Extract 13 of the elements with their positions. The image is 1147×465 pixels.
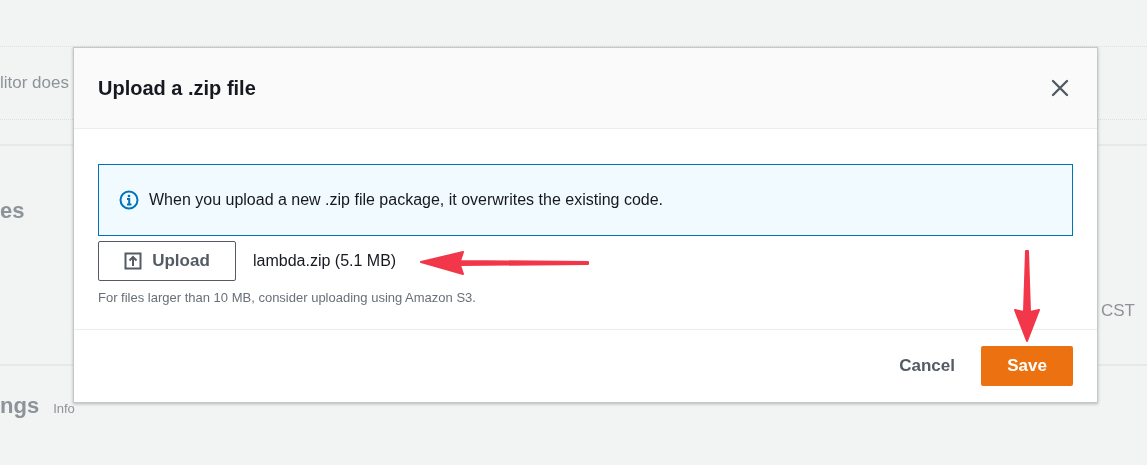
info-icon <box>119 190 139 210</box>
cancel-button[interactable]: Cancel <box>899 348 955 384</box>
section-heading: es <box>0 198 25 224</box>
upload-button[interactable]: Upload <box>98 241 236 281</box>
close-icon <box>1051 79 1069 97</box>
dialog-title: Upload a .zip file <box>98 76 256 100</box>
alert-text: When you upload a new .zip file package, it overwrites the existing code. <box>149 191 664 209</box>
background-text: litor does <box>0 73 69 93</box>
section-heading: ngs <box>0 393 40 419</box>
upload-icon <box>124 252 143 270</box>
file-name: lambda.zip (5.1 MB) <box>253 252 397 270</box>
background-text: CST <box>1101 301 1135 321</box>
hint-text: For files larger than 10 MB, consider uploading using Amazon S3. <box>98 290 477 305</box>
